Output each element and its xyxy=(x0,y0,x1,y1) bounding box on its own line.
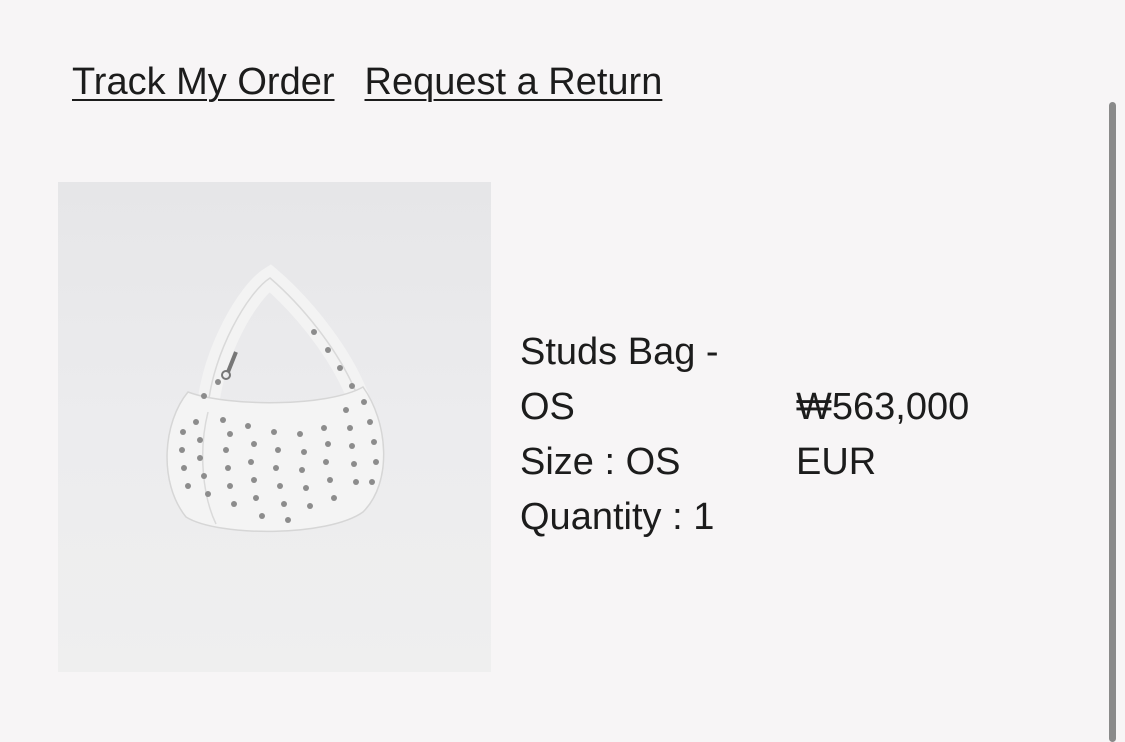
product-name-line2: OS xyxy=(520,386,575,428)
scrollbar[interactable] xyxy=(1109,102,1116,742)
product-image xyxy=(58,182,491,672)
product-details: Studs Bag - OS Size : OS Quantity : 1 xyxy=(520,325,780,545)
product-name-line1: Studs Bag - xyxy=(520,331,719,373)
studs-bag-image xyxy=(166,264,385,533)
price-block: ₩563,000 EUR xyxy=(796,380,969,490)
request-return-link[interactable]: Request a Return xyxy=(365,58,663,106)
product-size: Size : OS xyxy=(520,441,681,483)
product-currency: EUR xyxy=(796,441,877,483)
track-my-order-link[interactable]: Track My Order xyxy=(72,58,335,106)
product-price: ₩563,000 xyxy=(796,386,970,428)
order-links: Track My Order Request a Return xyxy=(72,58,662,106)
product-quantity: Quantity : 1 xyxy=(520,496,715,538)
